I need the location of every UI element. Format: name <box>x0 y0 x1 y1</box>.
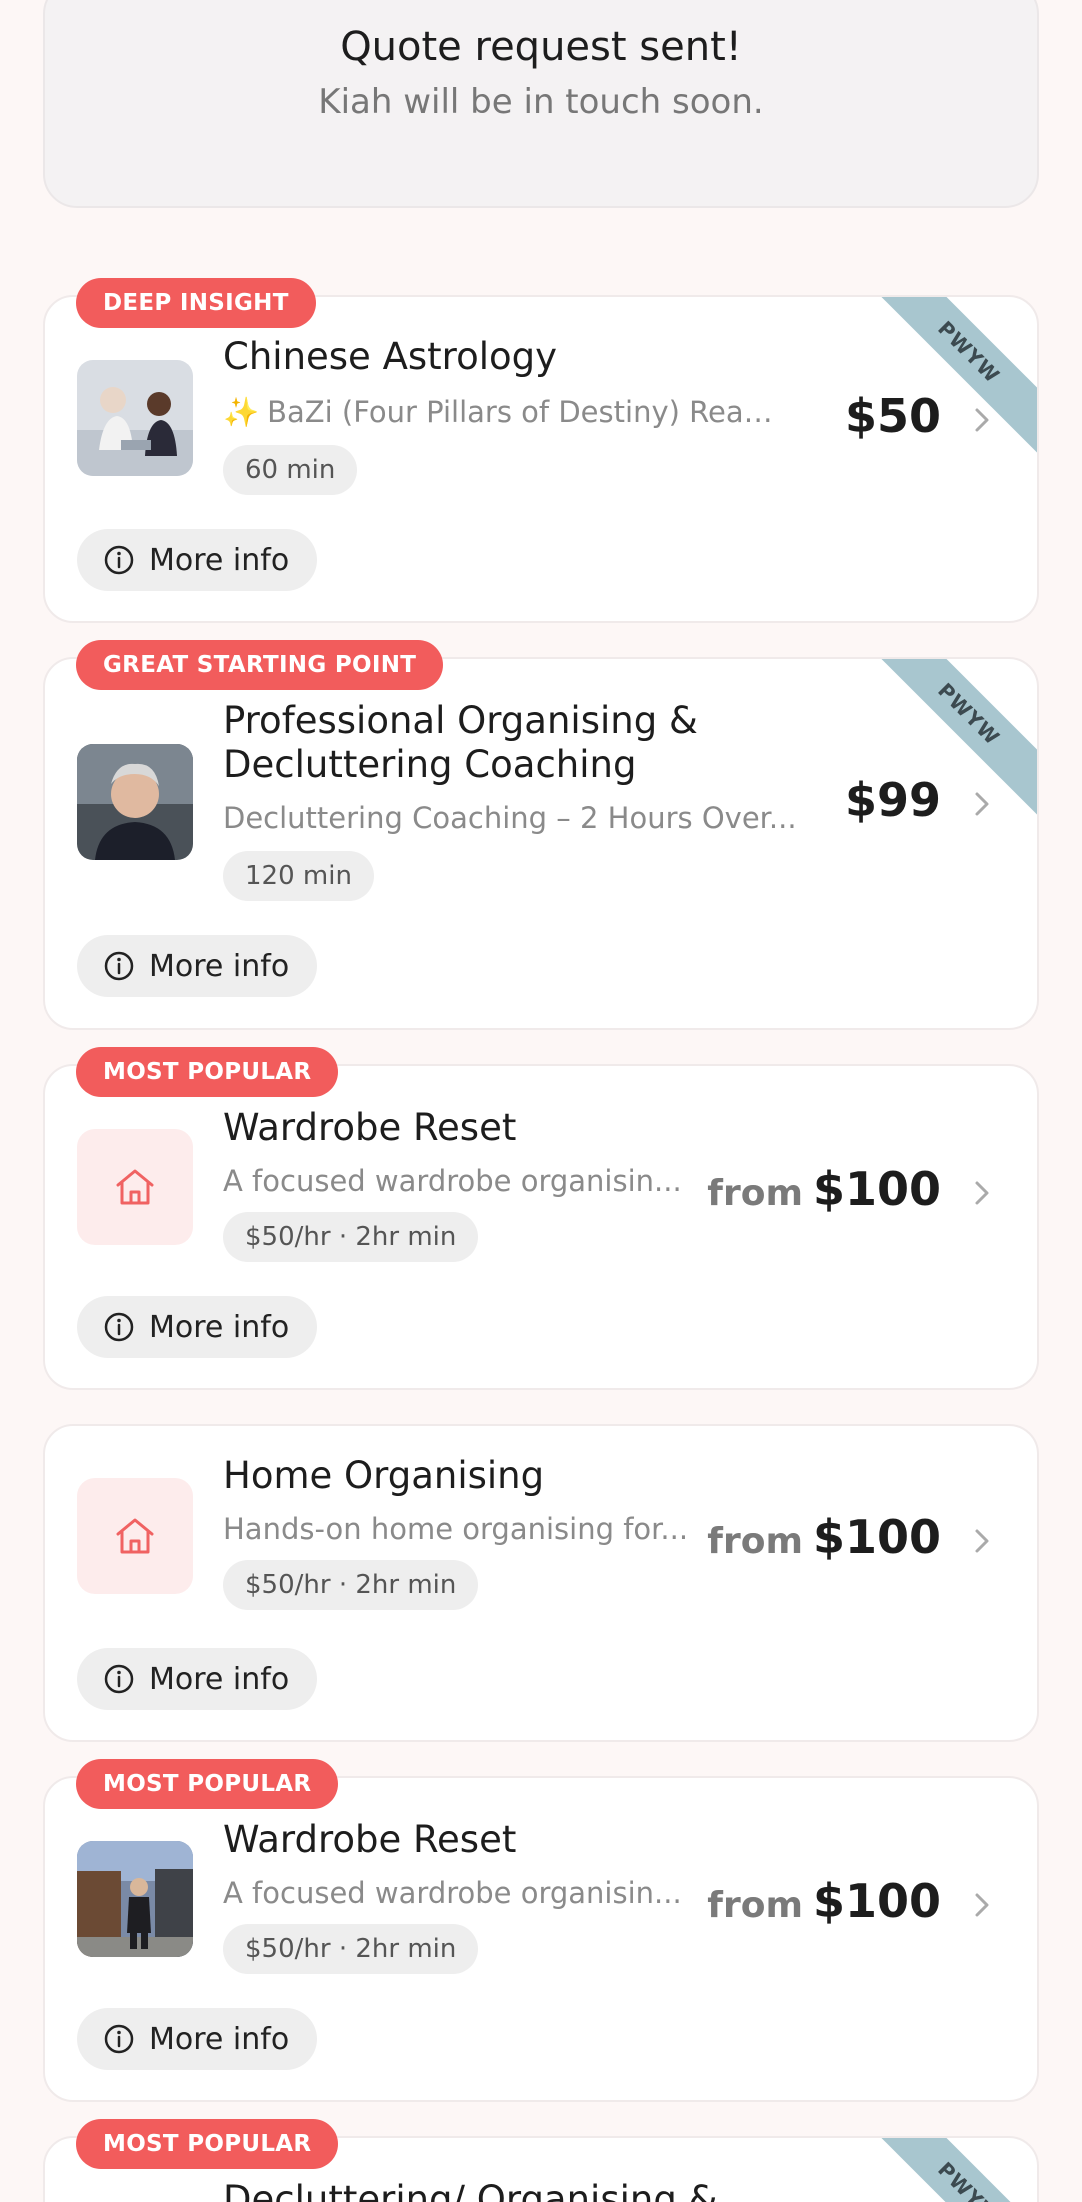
pwyw-ribbon: PWYW <box>860 2138 1037 2202</box>
duration-chip: 120 min <box>223 851 374 901</box>
duration-chip: $50/hr · 2hr min <box>223 1560 479 1610</box>
more-info-button[interactable]: More info <box>77 1648 317 1710</box>
service-title: Decluttering/ Organising & <box>223 2178 718 2202</box>
service-thumbnail <box>77 360 193 476</box>
service-description: ✨ BaZi (Four Pillars of Destiny) Readin..… <box>223 395 783 429</box>
service-card-professional-organising[interactable]: PWYW Professional Organising & Declutter… <box>43 657 1039 1030</box>
service-thumbnail <box>77 744 193 860</box>
more-info-button[interactable]: More info <box>77 2008 317 2070</box>
service-title: Professional Organising & Decluttering C… <box>223 699 698 786</box>
price: from $100 <box>707 1162 941 1216</box>
confirmation-title: Quote request sent! <box>340 24 742 70</box>
more-info-label: More info <box>149 1661 290 1697</box>
badge-most-popular: MOST POPULAR <box>76 1759 339 1809</box>
badge-most-popular: MOST POPULAR <box>76 2119 339 2169</box>
more-info-button[interactable]: More info <box>77 529 317 591</box>
more-info-label: More info <box>149 2021 290 2057</box>
info-icon <box>104 1312 134 1342</box>
chevron-right-icon[interactable] <box>967 789 997 819</box>
chevron-right-icon[interactable] <box>967 1890 997 1920</box>
more-info-label: More info <box>149 1309 290 1345</box>
duration-chip: 60 min <box>223 445 358 495</box>
service-thumbnail <box>77 1841 193 1957</box>
duration-chip: $50/hr · 2hr min <box>223 1212 479 1262</box>
chevron-right-icon[interactable] <box>967 1526 997 1556</box>
service-description: A focused wardrobe organisin... <box>223 1876 682 1910</box>
more-info-button[interactable]: More info <box>77 935 317 997</box>
chevron-right-icon[interactable] <box>967 1178 997 1208</box>
duration-chip: $50/hr · 2hr min <box>223 1924 479 1974</box>
service-card-wardrobe-reset-photo[interactable]: Wardrobe Reset A focused wardrobe organi… <box>43 1776 1039 2102</box>
info-icon <box>104 1664 134 1694</box>
info-icon <box>104 545 134 575</box>
service-description: A focused wardrobe organisin... <box>223 1164 682 1198</box>
home-icon <box>77 1478 193 1594</box>
info-icon <box>104 2024 134 2054</box>
sparkles-icon: ✨ <box>223 395 260 429</box>
badge-deep-insight: DEEP INSIGHT <box>76 278 316 328</box>
info-icon <box>104 951 134 981</box>
service-description: Hands-on home organising for... <box>223 1512 689 1546</box>
service-title: Home Organising <box>223 1454 545 1497</box>
home-icon <box>77 1129 193 1245</box>
service-card-home-organising[interactable]: Home Organising Hands-on home organising… <box>43 1424 1039 1742</box>
service-title: Chinese Astrology <box>223 335 558 378</box>
quote-confirmation-banner: Quote request sent! Kiah will be in touc… <box>43 0 1039 208</box>
service-description: Decluttering Coaching – 2 Hours Over... <box>223 801 797 835</box>
chevron-right-icon[interactable] <box>967 405 997 435</box>
price: from $100 <box>707 1510 941 1564</box>
price: from $100 <box>707 1874 941 1928</box>
price: $99 <box>844 773 941 827</box>
more-info-label: More info <box>149 542 290 578</box>
service-title: Wardrobe Reset <box>223 1106 517 1149</box>
confirmation-subtitle: Kiah will be in touch soon. <box>318 82 764 122</box>
service-card-chinese-astrology[interactable]: PWYW Chinese Astrology ✨ BaZi (Four Pilla… <box>43 295 1039 623</box>
price: $50 <box>844 389 941 443</box>
badge-most-popular: MOST POPULAR <box>76 1047 339 1097</box>
badge-great-starting-point: GREAT STARTING POINT <box>76 640 444 690</box>
more-info-label: More info <box>149 948 290 984</box>
more-info-button[interactable]: More info <box>77 1296 317 1358</box>
service-card-wardrobe-reset[interactable]: Wardrobe Reset A focused wardrobe organi… <box>43 1064 1039 1390</box>
service-title: Wardrobe Reset <box>223 1818 517 1861</box>
